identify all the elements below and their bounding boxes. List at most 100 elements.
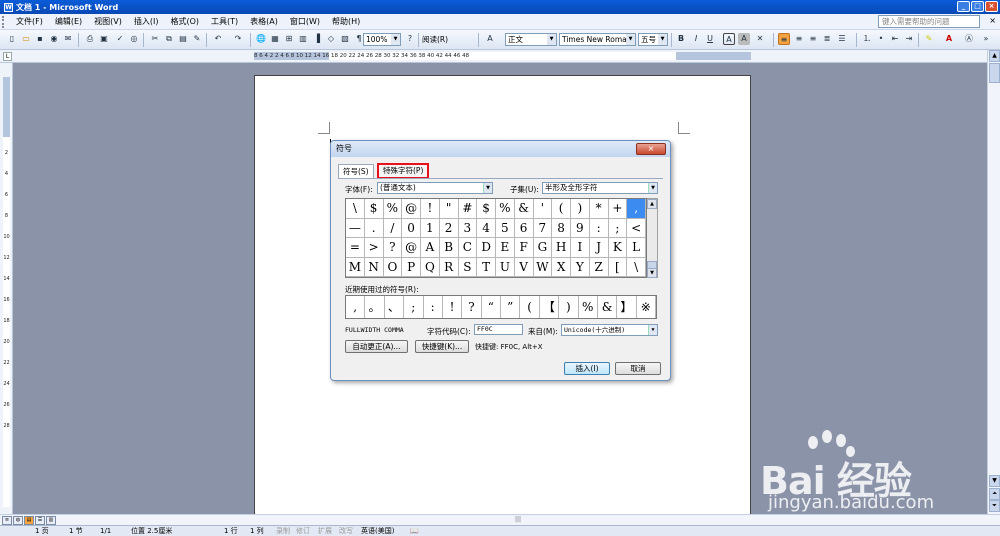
recent-symbol-cell[interactable]: ” [501,296,521,318]
print-icon[interactable]: ⎙ [84,33,96,45]
help-question-input[interactable]: 键入需要帮助的问题 [878,15,980,28]
chevron-down-icon[interactable]: ▼ [391,34,400,45]
zoom-combo[interactable]: 100% ▼ [363,33,401,46]
symbol-cell[interactable]: / [383,218,403,238]
bold-button[interactable]: B [675,33,687,45]
align-right-icon[interactable]: ≡ [807,33,819,45]
symbol-cell[interactable]: N [364,257,384,277]
font-select[interactable]: (普通文本) ▼ [377,182,493,194]
help-icon[interactable]: ? [404,33,416,45]
recent-symbol-cell[interactable]: ; [404,296,424,318]
symbol-cell[interactable]: M [346,257,365,277]
symbol-cell[interactable]: C [458,238,478,258]
permission-icon[interactable]: ◉ [48,33,60,45]
symbol-cell[interactable]: G [533,238,553,258]
tables-borders-icon[interactable]: ▦ [269,33,281,45]
recent-symbol-cell[interactable]: 】 [617,296,637,318]
symbol-cell[interactable]: . [364,218,384,238]
undo-icon[interactable]: ↶ [212,33,224,45]
tab-symbol[interactable]: 符号(S) [338,164,374,178]
symbol-cell[interactable]: # [458,199,478,219]
autocorrect-button[interactable]: 自动更正(A)... [345,340,408,353]
print-preview-icon[interactable]: ▣ [98,33,110,45]
style-combo[interactable]: 正文 ▼ [505,33,557,46]
recent-symbols[interactable]: ,。、;:!? “”(【)% &】 ※ [345,295,657,319]
new-document-icon[interactable]: ▯ [6,33,18,45]
symbol-cell[interactable]: 8 [552,218,571,238]
font-color-icon[interactable]: A [943,33,955,45]
recent-symbol-cell[interactable]: ( [520,296,540,318]
read-mode-button[interactable]: 阅读(R) [422,34,448,45]
symbol-cell[interactable]: 9 [571,218,590,238]
symbol-cell[interactable]: > [364,238,384,258]
symbol-cell[interactable]: — [346,218,365,238]
symbol-cell[interactable]: D [477,238,496,258]
scroll-thumb[interactable] [989,63,1000,83]
recent-symbol-cell[interactable]: ? [462,296,482,318]
symbol-cell[interactable]: R [439,257,459,277]
tab-selector-icon[interactable]: L [3,52,12,61]
symbol-cell[interactable]: \ [627,257,646,277]
symbol-cell[interactable]: $ [364,199,384,219]
recent-symbol-cell[interactable]: : [424,296,443,318]
web-view-icon[interactable]: ◍ [13,516,23,525]
status-track[interactable]: 修订 [296,526,310,536]
symbol-cell[interactable]: J [589,238,609,258]
print-view-icon[interactable]: ▤ [24,516,34,525]
toolbar-options-icon[interactable]: » [980,33,992,45]
menu-grip[interactable] [2,15,8,28]
menu-insert[interactable]: 插入(I) [128,16,165,27]
symbol-cell[interactable]: = [346,238,365,258]
increase-indent-icon[interactable]: ⇥ [903,33,915,45]
hyperlink-icon[interactable]: 🌐 [255,33,267,45]
symbol-cell[interactable]: % [496,199,515,219]
maximize-button[interactable]: □ [971,1,984,12]
email-icon[interactable]: ✉ [62,33,74,45]
decrease-indent-icon[interactable]: ⇤ [889,33,901,45]
cancel-button[interactable]: 取消 [615,362,661,375]
copy-icon[interactable]: ⧉ [163,33,175,45]
symbol-cell[interactable]: ! [421,199,440,219]
symbol-cell[interactable]: I [571,238,590,258]
symbol-cell[interactable]: 0 [402,218,421,238]
numbering-icon[interactable]: ⒈ [861,33,873,45]
symbol-cell[interactable]: ? [383,238,403,258]
align-center-icon[interactable]: ≡ [793,33,805,45]
close-document-icon[interactable]: × [989,16,996,25]
menu-view[interactable]: 视图(V) [88,16,128,27]
symbol-cell[interactable]: \ [346,199,365,219]
scroll-down-icon[interactable]: ▼ [989,475,1000,487]
styles-icon[interactable]: A [484,33,496,45]
symbol-cell[interactable]: L [627,238,646,258]
horizontal-ruler[interactable]: L 8 6 4 2 2 4 6 8 10 12 14 16 18 20 22 2… [0,50,1000,63]
symbol-cell[interactable]: Z [589,257,609,277]
symbol-cell[interactable]: ; [608,218,628,238]
dialog-close-button[interactable]: × [636,143,666,155]
symbol-cell[interactable]: T [477,257,496,277]
status-extend[interactable]: 扩展 [318,526,332,536]
symbol-cell[interactable]: F [514,238,534,258]
justify-icon[interactable]: ≣ [821,33,833,45]
minimize-button[interactable]: _ [957,1,970,12]
symbol-cell[interactable]: X [552,257,571,277]
normal-view-icon[interactable]: ≡ [2,516,12,525]
insert-excel-icon[interactable]: ▥ [297,33,309,45]
recent-symbol-cell[interactable]: 、 [385,296,405,318]
symbol-cell[interactable]: O [383,257,403,277]
symbol-cell[interactable]: 1 [421,218,440,238]
scroll-grip-icon[interactable]: ||| [515,517,521,523]
symbol-cell[interactable]: 7 [533,218,553,238]
scroll-up-icon[interactable]: ▲ [989,50,1000,62]
symbol-cell[interactable]: K [608,238,628,258]
recent-symbol-cell[interactable]: ) [559,296,579,318]
symbol-cell[interactable]: U [496,257,515,277]
symbol-cell[interactable]: + [608,199,628,219]
recent-symbol-cell[interactable]: ※ [637,296,656,318]
subset-select[interactable]: 半形及全形字符 ▼ [542,182,658,194]
symbol-cell[interactable]: B [439,238,459,258]
drawing-icon[interactable]: ◇ [325,33,337,45]
symbol-cell[interactable]: 5 [496,218,515,238]
symbol-cell[interactable]: " [439,199,459,219]
font-combo[interactable]: Times New Roman ▼ [559,33,636,46]
insert-table-icon[interactable]: ⊞ [283,33,295,45]
